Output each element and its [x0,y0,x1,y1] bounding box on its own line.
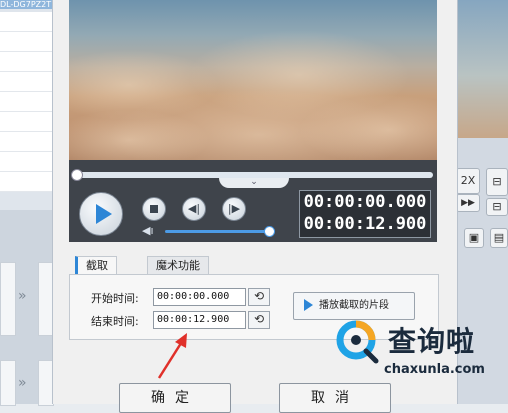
list-item[interactable] [0,152,52,172]
volume-handle[interactable] [263,226,275,237]
set-start-time-button[interactable]: ⟲ [248,288,270,306]
clock-arrow-icon: ⟲ [253,289,265,303]
background-list: DL-DG7PZ2T » » [0,0,54,406]
play-clip-button[interactable]: 播放截取的片段 [293,292,415,320]
ok-button[interactable]: 确定 [119,383,231,413]
next-frame-icon: |▶ [227,202,241,215]
delete-icon[interactable]: ▤ [490,228,508,248]
watermark-title: 查询啦 [388,325,476,358]
list-item[interactable] [0,92,52,112]
list-item[interactable] [0,132,52,152]
list-item[interactable] [0,112,52,132]
background-clip-panel: » » [0,210,54,406]
end-time-input[interactable]: 00:00:12.900 [153,311,246,329]
search-logo-icon [336,320,379,364]
clock-arrow-icon: ⟲ [253,312,265,326]
total-time: 00:00:12.900 [303,214,427,234]
player-side-button[interactable]: ⊟ [486,198,508,216]
tab-capture[interactable]: 截取 [75,256,117,276]
next-frame-button[interactable]: |▶ [222,197,246,221]
stop-button[interactable] [142,197,166,221]
chevron-right-icon: » [18,288,27,304]
player-side-button[interactable]: ⊟ [486,168,508,196]
previous-frame-button[interactable]: ◀| [182,197,206,221]
speed-button[interactable]: 2X [456,168,480,194]
play-clip-label: 播放截取的片段 [319,300,389,311]
chevron-down-icon: ⌄ [250,177,258,187]
start-time-label: 开始时间: [91,292,139,305]
play-icon [304,299,313,311]
progress-handle[interactable] [71,169,83,181]
watermark-url: chaxunla.com [384,362,485,377]
time-display: 00:00:00.000 00:00:12.900 [299,190,431,238]
list-item[interactable] [0,32,52,52]
tab-magic-functions[interactable]: 魔术功能 [147,256,209,275]
start-time-input[interactable]: 00:00:00.000 [153,288,246,306]
set-end-time-button[interactable]: ⟲ [248,311,270,329]
collapse-toggle[interactable]: ⌄ [219,178,289,188]
play-icon [96,204,112,224]
clip-card[interactable] [0,262,16,336]
list-item[interactable] [0,52,52,72]
save-icon[interactable]: ▣ [464,228,484,248]
volume-icon[interactable]: ◀ı [142,224,154,237]
list-item[interactable] [0,72,52,92]
background-preview-thumbnail [456,0,508,138]
site-watermark: 查询啦 chaxunla.com [336,318,488,384]
chevron-right-icon: » [18,375,27,391]
stop-icon [150,205,158,213]
play-button[interactable] [79,192,123,236]
background-list-header: DL-DG7PZ2T [0,0,52,9]
list-item[interactable] [0,12,52,32]
clip-card[interactable] [0,360,16,406]
previous-frame-icon: ◀| [187,202,201,215]
end-time-label: 结束时间: [91,315,139,328]
annotation-arrow [157,333,187,379]
player-controls: ⌄ ◀| |▶ ◀ı 00:00:00.000 00:00:12.900 [69,160,437,242]
list-item[interactable] [0,172,52,192]
cancel-button[interactable]: 取消 [279,383,391,413]
volume-slider[interactable] [165,230,269,233]
video-preview [69,0,437,160]
fast-forward-icon[interactable]: ▶▶ [456,194,480,212]
current-time: 00:00:00.000 [303,192,427,212]
